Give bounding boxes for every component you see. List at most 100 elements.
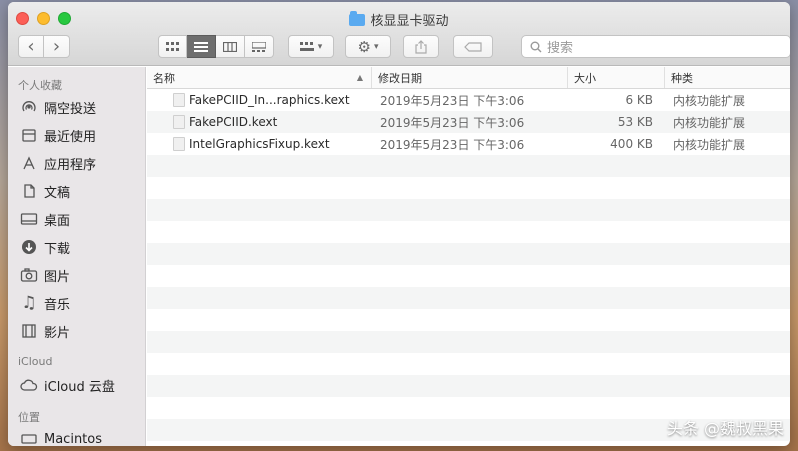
sidebar-item-label: 下载: [44, 241, 71, 257]
documents-icon: [20, 182, 38, 200]
nav-buttons: ‹ ›: [18, 35, 70, 58]
sidebar-item-music[interactable]: ♫ 音乐: [8, 289, 145, 317]
share-icon: [415, 39, 427, 54]
sort-ascending-icon: ▲: [356, 73, 363, 82]
sidebar-item-documents[interactable]: 文稿: [8, 177, 145, 205]
empty-row: [147, 331, 790, 353]
cloud-icon: [20, 376, 38, 394]
table-row[interactable]: FakePCIID_In...raphics.kext 2019年5月23日 下…: [147, 89, 790, 111]
sidebar-item-icloud-drive[interactable]: iCloud 云盘: [8, 371, 145, 399]
grid-icon: [165, 41, 179, 51]
file-name: FakePCIID.kext: [189, 115, 278, 129]
file-kind: 内核功能扩展: [673, 137, 746, 152]
file-date: 2019年5月23日 下午3:06: [380, 115, 525, 130]
file-size: 53 KB: [617, 115, 653, 129]
window-title: 核显显卡驱动: [8, 10, 790, 29]
view-mode-buttons: [158, 35, 274, 58]
column-header-size[interactable]: 大小: [568, 67, 665, 88]
file-name-cell: FakePCIID.kext: [147, 115, 372, 129]
finder-window: 核显显卡驱动 ‹ › ▾ ⚙ ▾ 搜索 个人收藏 隔空投送 最近使用 应用程序 …: [8, 2, 790, 446]
kext-file-icon: [173, 137, 185, 151]
column-header-kind[interactable]: 种类: [665, 67, 790, 88]
file-size: 6 KB: [625, 93, 653, 107]
sidebar-item-desktop[interactable]: 桌面: [8, 205, 145, 233]
column-header-name[interactable]: 名称 ▲: [147, 67, 372, 88]
file-list: 名称 ▲ 修改日期 大小 种类 FakePCIID_In...raphics.k…: [147, 67, 790, 446]
list-icon: [194, 41, 208, 52]
tag-icon: [464, 41, 482, 52]
kext-file-icon: [173, 93, 185, 107]
sidebar-item-applications[interactable]: 应用程序: [8, 149, 145, 177]
empty-row: [147, 309, 790, 331]
sidebar-item-label: 隔空投送: [44, 101, 97, 117]
column-header-date[interactable]: 修改日期: [372, 67, 568, 88]
sidebar-item-label: 应用程序: [44, 157, 97, 173]
sidebar-item-downloads[interactable]: 下载: [8, 233, 145, 261]
table-row[interactable]: IntelGraphicsFixup.kext 2019年5月23日 下午3:0…: [147, 133, 790, 155]
movies-icon: [20, 322, 38, 340]
sidebar-item-movies[interactable]: 影片: [8, 317, 145, 345]
folder-icon: [349, 10, 366, 26]
toolbar: ‹ › ▾ ⚙ ▾ 搜索: [18, 35, 790, 59]
file-name: FakePCIID_In...raphics.kext: [189, 93, 350, 107]
file-kind: 内核功能扩展: [673, 93, 746, 108]
column-header: 名称 ▲ 修改日期 大小 种类: [147, 67, 790, 89]
group-by-button[interactable]: ▾: [288, 35, 334, 58]
empty-row: [147, 155, 790, 177]
airdrop-icon: [20, 98, 38, 116]
desktop-icon: [20, 210, 38, 228]
sidebar-section-icloud: iCloud: [18, 355, 53, 368]
empty-row: [147, 265, 790, 287]
sidebar-item-label: 文稿: [44, 185, 71, 201]
sidebar: 个人收藏 隔空投送 最近使用 应用程序 文稿 桌面 下载 图片 ♫ 音乐 影片 …: [8, 67, 146, 446]
applications-icon: [20, 154, 38, 172]
gallery-view-button[interactable]: [245, 35, 274, 58]
search-icon: [530, 41, 542, 52]
sidebar-item-recents[interactable]: 最近使用: [8, 121, 145, 149]
file-name-cell: IntelGraphicsFixup.kext: [147, 137, 372, 151]
column-date-label: 修改日期: [378, 71, 422, 85]
sidebar-item-label: Macintos: [44, 431, 103, 447]
file-name: IntelGraphicsFixup.kext: [189, 137, 330, 151]
table-row[interactable]: FakePCIID.kext 2019年5月23日 下午3:06 53 KB 内…: [147, 111, 790, 133]
pictures-icon: [20, 266, 38, 284]
file-name-cell: FakePCIID_In...raphics.kext: [147, 93, 372, 107]
sidebar-item-label: 桌面: [44, 213, 71, 229]
empty-row: [147, 287, 790, 309]
file-rows: FakePCIID_In...raphics.kext 2019年5月23日 下…: [147, 89, 790, 441]
column-name-label: 名称: [153, 71, 175, 85]
file-kind: 内核功能扩展: [673, 115, 746, 130]
sidebar-item-label: 图片: [44, 269, 71, 285]
window-title-text: 核显显卡驱动: [370, 14, 449, 29]
chevron-down-icon: ▾: [373, 41, 379, 52]
forward-button[interactable]: ›: [44, 35, 70, 58]
icon-view-button[interactable]: [158, 35, 187, 58]
column-view-button[interactable]: [216, 35, 245, 58]
sidebar-item-macintosh[interactable]: Macintos: [8, 425, 145, 446]
sidebar-item-label: 影片: [44, 325, 71, 341]
empty-row: [147, 199, 790, 221]
sidebar-item-pictures[interactable]: 图片: [8, 261, 145, 289]
recents-icon: [20, 126, 38, 144]
action-button[interactable]: ⚙ ▾: [345, 35, 391, 58]
list-view-button[interactable]: [187, 35, 216, 58]
titlebar: 核显显卡驱动 ‹ › ▾ ⚙ ▾ 搜索: [8, 2, 790, 66]
share-button[interactable]: [403, 35, 439, 58]
search-field[interactable]: 搜索: [521, 35, 790, 58]
empty-row: [147, 353, 790, 375]
chevron-down-icon: ▾: [317, 41, 323, 52]
back-button[interactable]: ‹: [18, 35, 44, 58]
file-date: 2019年5月23日 下午3:06: [380, 137, 525, 152]
tags-button[interactable]: [453, 35, 493, 58]
group-grid-icon: [299, 41, 314, 51]
music-icon: ♫: [21, 293, 37, 313]
downloads-icon: [20, 238, 38, 256]
file-size: 400 KB: [610, 137, 653, 151]
gear-icon: ⚙: [357, 37, 371, 56]
column-kind-label: 种类: [671, 71, 693, 85]
sidebar-item-label: iCloud 云盘: [44, 379, 115, 395]
sidebar-item-label: 最近使用: [44, 129, 97, 145]
empty-row: [147, 243, 790, 265]
kext-file-icon: [173, 115, 185, 129]
sidebar-item-airdrop[interactable]: 隔空投送: [8, 93, 145, 121]
